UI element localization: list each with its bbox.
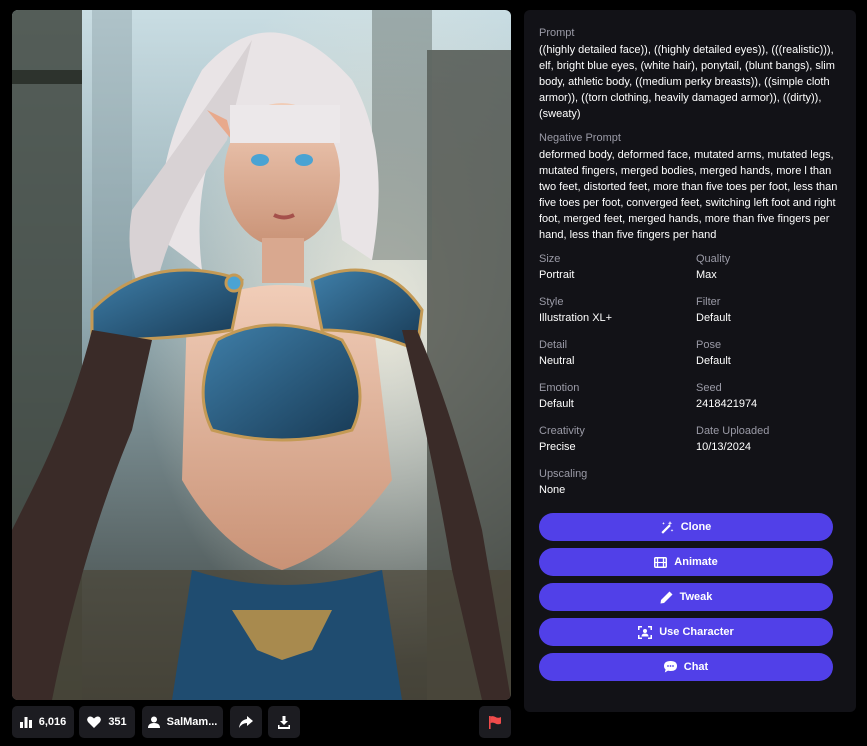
field-label: Emotion xyxy=(539,382,580,394)
field-value: None xyxy=(539,484,566,496)
bar-chart-icon xyxy=(19,716,32,728)
share-icon xyxy=(239,716,253,728)
field-creativity: Creativity Precise xyxy=(539,424,696,455)
like-button[interactable]: 351 xyxy=(79,706,135,738)
field-value: Precise xyxy=(539,441,576,453)
field-label: Creativity xyxy=(539,425,585,437)
field-style: Style Illustration XL+ xyxy=(539,295,696,326)
chat-label: Chat xyxy=(683,661,709,673)
chat-button[interactable]: Chat xyxy=(539,653,833,681)
negative-prompt-label: Negative Prompt xyxy=(539,132,621,144)
field-label: Size xyxy=(539,253,561,265)
download-icon xyxy=(278,715,290,729)
field-value: 2418421974 xyxy=(696,398,758,410)
settings-grid: Size Portrait Quality Max Style Illustra… xyxy=(539,252,840,498)
clone-button[interactable]: Clone xyxy=(539,513,833,541)
field-label: Date Uploaded xyxy=(696,425,770,437)
field-label: Filter xyxy=(696,296,721,308)
pencil-icon xyxy=(660,591,673,603)
views-button[interactable]: 6,016 xyxy=(12,706,74,738)
field-quality: Quality Max xyxy=(696,252,846,283)
field-value: 10/13/2024 xyxy=(696,441,752,453)
animate-label: Animate xyxy=(674,556,718,568)
field-filter: Filter Default xyxy=(696,295,846,326)
field-label: Upscaling xyxy=(539,468,588,480)
magic-wand-icon xyxy=(661,520,674,534)
likes-count: 351 xyxy=(108,716,127,728)
prompt-text: ((highly detailed face)), ((highly detai… xyxy=(539,44,835,120)
heart-icon xyxy=(87,716,102,728)
image-details-panel: Prompt ((highly detailed face)), ((highl… xyxy=(524,10,856,712)
negative-prompt-text: deformed body, deformed face, mutated ar… xyxy=(539,149,838,241)
field-value: Portrait xyxy=(539,269,575,281)
image-action-bar: 6,016 351 SalMam... xyxy=(12,706,511,738)
prompt-label: Prompt xyxy=(539,27,575,39)
use-character-button[interactable]: Use Character xyxy=(539,618,833,646)
field-label: Quality xyxy=(696,253,731,265)
use-character-label: Use Character xyxy=(659,626,734,638)
field-emotion: Emotion Default xyxy=(539,381,696,412)
field-value: Max xyxy=(696,269,717,281)
animate-button[interactable]: Animate xyxy=(539,548,833,576)
views-count: 6,016 xyxy=(38,716,67,728)
user-icon xyxy=(147,716,160,728)
clone-label: Clone xyxy=(680,521,712,533)
field-value: Default xyxy=(539,398,574,410)
flag-icon xyxy=(489,715,501,729)
film-icon xyxy=(654,556,668,568)
tweak-label: Tweak xyxy=(679,591,713,603)
field-seed: Seed 2418421974 xyxy=(696,381,846,412)
field-value: Illustration XL+ xyxy=(539,312,613,324)
field-value: Neutral xyxy=(539,355,575,367)
field-size: Size Portrait xyxy=(539,252,696,283)
field-label: Style xyxy=(539,296,564,308)
tweak-button[interactable]: Tweak xyxy=(539,583,833,611)
field-label: Seed xyxy=(696,382,722,394)
field-pose: Pose Default xyxy=(696,338,846,369)
download-button[interactable] xyxy=(268,706,300,738)
action-buttons: Clone Animate Tweak Use Character Chat xyxy=(539,513,833,681)
image-illustration xyxy=(12,10,511,700)
character-scan-icon xyxy=(638,625,653,639)
field-label: Detail xyxy=(539,339,568,351)
share-button[interactable] xyxy=(230,706,262,738)
user-name: SalMam... xyxy=(166,716,218,728)
generated-image[interactable] xyxy=(12,10,511,700)
field-label: Pose xyxy=(696,339,722,351)
field-date-uploaded: Date Uploaded 10/13/2024 xyxy=(696,424,846,455)
field-detail: Detail Neutral xyxy=(539,338,696,369)
user-profile-button[interactable]: SalMam... xyxy=(142,706,223,738)
chat-bubble-icon xyxy=(663,661,677,673)
field-value: Default xyxy=(696,312,731,324)
field-value: Default xyxy=(696,355,731,367)
field-upscaling: Upscaling None xyxy=(539,467,696,498)
report-button[interactable] xyxy=(479,706,511,738)
